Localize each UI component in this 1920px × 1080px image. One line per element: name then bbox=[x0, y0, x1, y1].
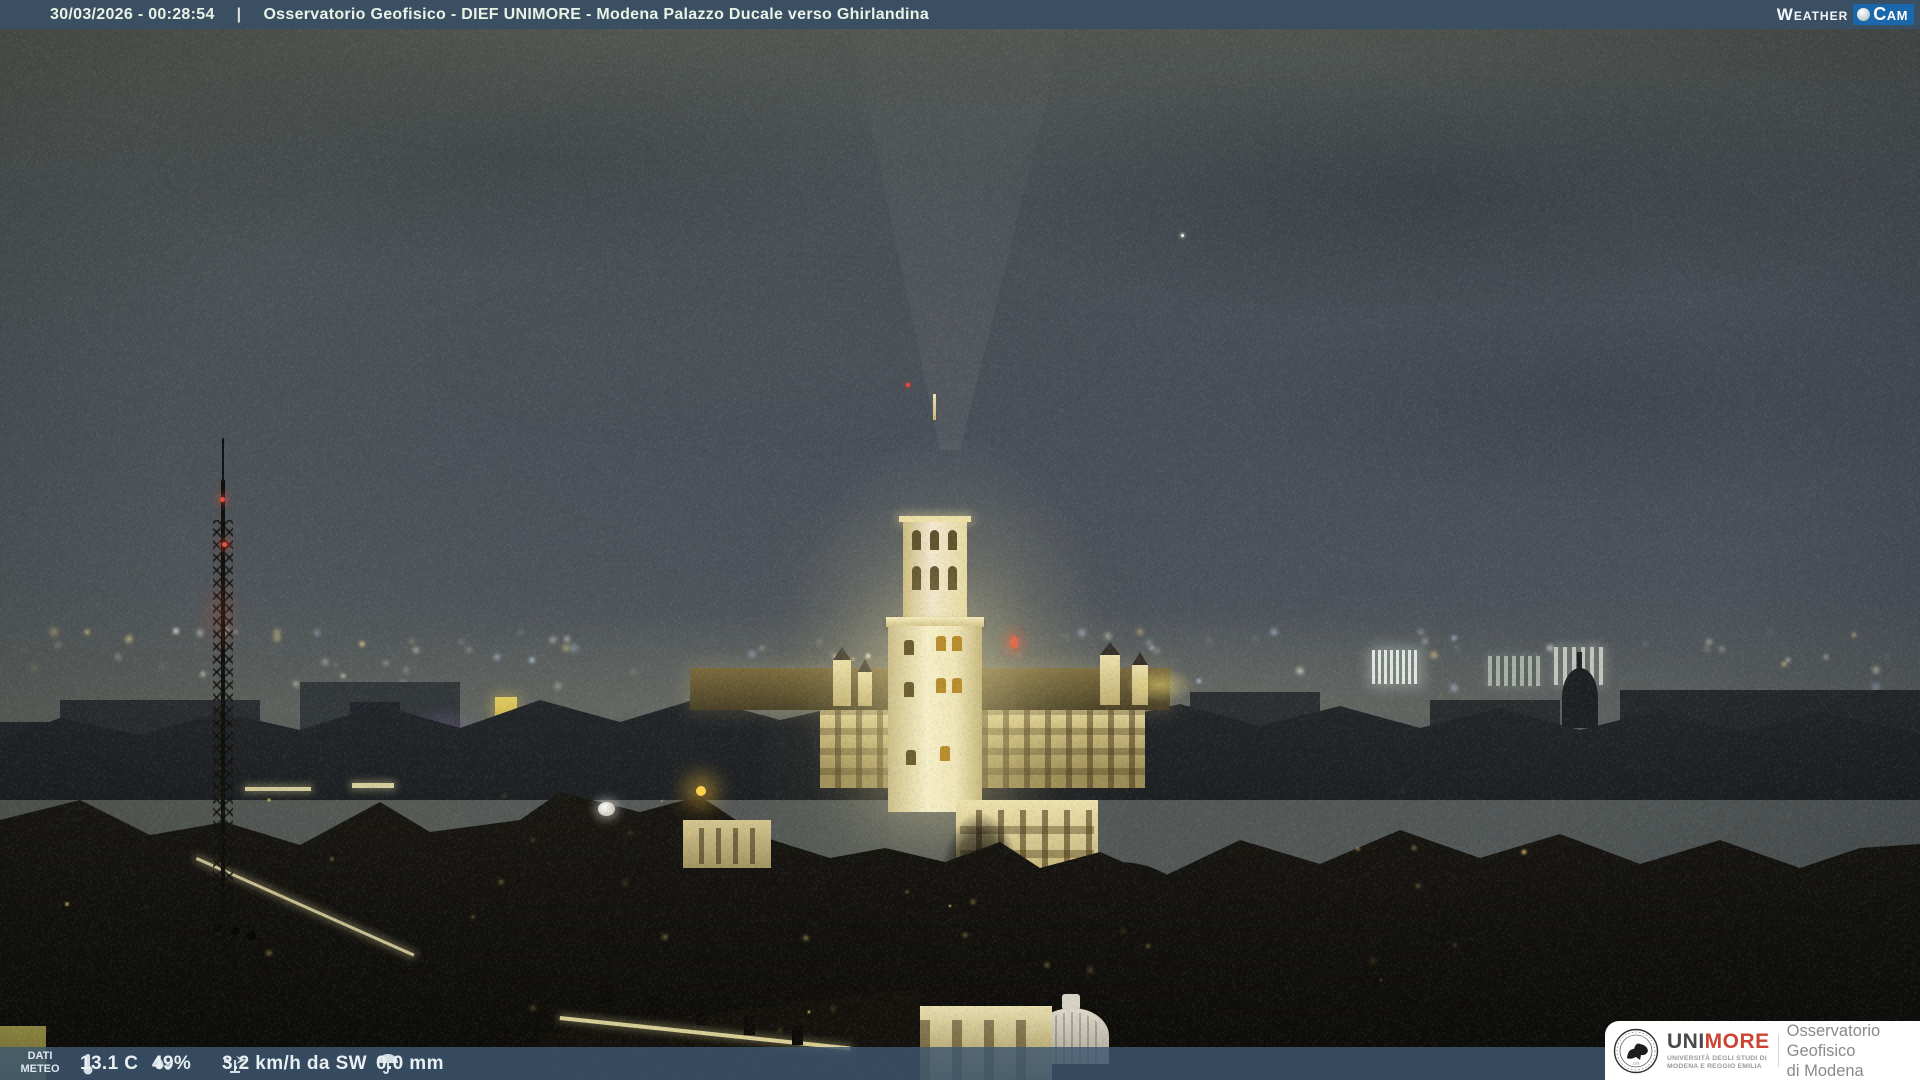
weathercam-badge: Cam bbox=[1853, 4, 1914, 25]
weathercam-logo: Weather Cam bbox=[1777, 2, 1914, 27]
title-bar: 30/03/2026 - 00:28:54 | Osservatorio Geo… bbox=[0, 0, 1920, 29]
unimore-subtitle: UNIVERSITÀ DEGLI STUDI DI MODENA E REGGI… bbox=[1667, 1055, 1770, 1071]
humidity-metric: 49% bbox=[152, 1047, 174, 1080]
page-title: Osservatorio Geofisico - DIEF UNIMORE - … bbox=[263, 6, 929, 24]
film-grain-overlay bbox=[0, 0, 1920, 1080]
weathercam-cam-label: Cam bbox=[1873, 4, 1908, 25]
webcam-frame: 30/03/2026 - 00:28:54 | Osservatorio Geo… bbox=[0, 0, 1920, 1080]
weathercam-ball-icon bbox=[1857, 8, 1870, 21]
rain-metric: 0.0 mm bbox=[376, 1047, 400, 1080]
rain-value: 0.0 mm bbox=[376, 1053, 444, 1075]
svg-text:1175: 1175 bbox=[1633, 1061, 1640, 1065]
weathercam-word: Weather bbox=[1777, 5, 1849, 25]
separator: | bbox=[237, 6, 242, 24]
timestamp: 30/03/2026 - 00:28:54 bbox=[50, 6, 215, 24]
temperature-metric: 13.1 C bbox=[80, 1047, 96, 1080]
wind-value: 3.2 km/h da SW bbox=[222, 1053, 367, 1075]
unimore-credit-box: 1175 UNIMORE UNIVERSITÀ DEGLI STUDI DI M… bbox=[1605, 1021, 1920, 1080]
unimore-brand: UNIMORE bbox=[1667, 1031, 1770, 1052]
dati-meteo-label: DATI METEO bbox=[16, 1050, 64, 1076]
temperature-value: 13.1 C bbox=[80, 1053, 138, 1075]
humidity-value: 49% bbox=[152, 1053, 191, 1075]
credit-divider bbox=[1778, 1035, 1779, 1067]
unimore-wordmark: UNIMORE UNIVERSITÀ DEGLI STUDI DI MODENA… bbox=[1667, 1031, 1770, 1071]
unimore-seal-logo: 1175 bbox=[1613, 1028, 1659, 1074]
wind-metric: 3.2 km/h da SW bbox=[222, 1047, 248, 1080]
observatory-name: Osservatorio Geofisico di Modena bbox=[1787, 1021, 1912, 1080]
